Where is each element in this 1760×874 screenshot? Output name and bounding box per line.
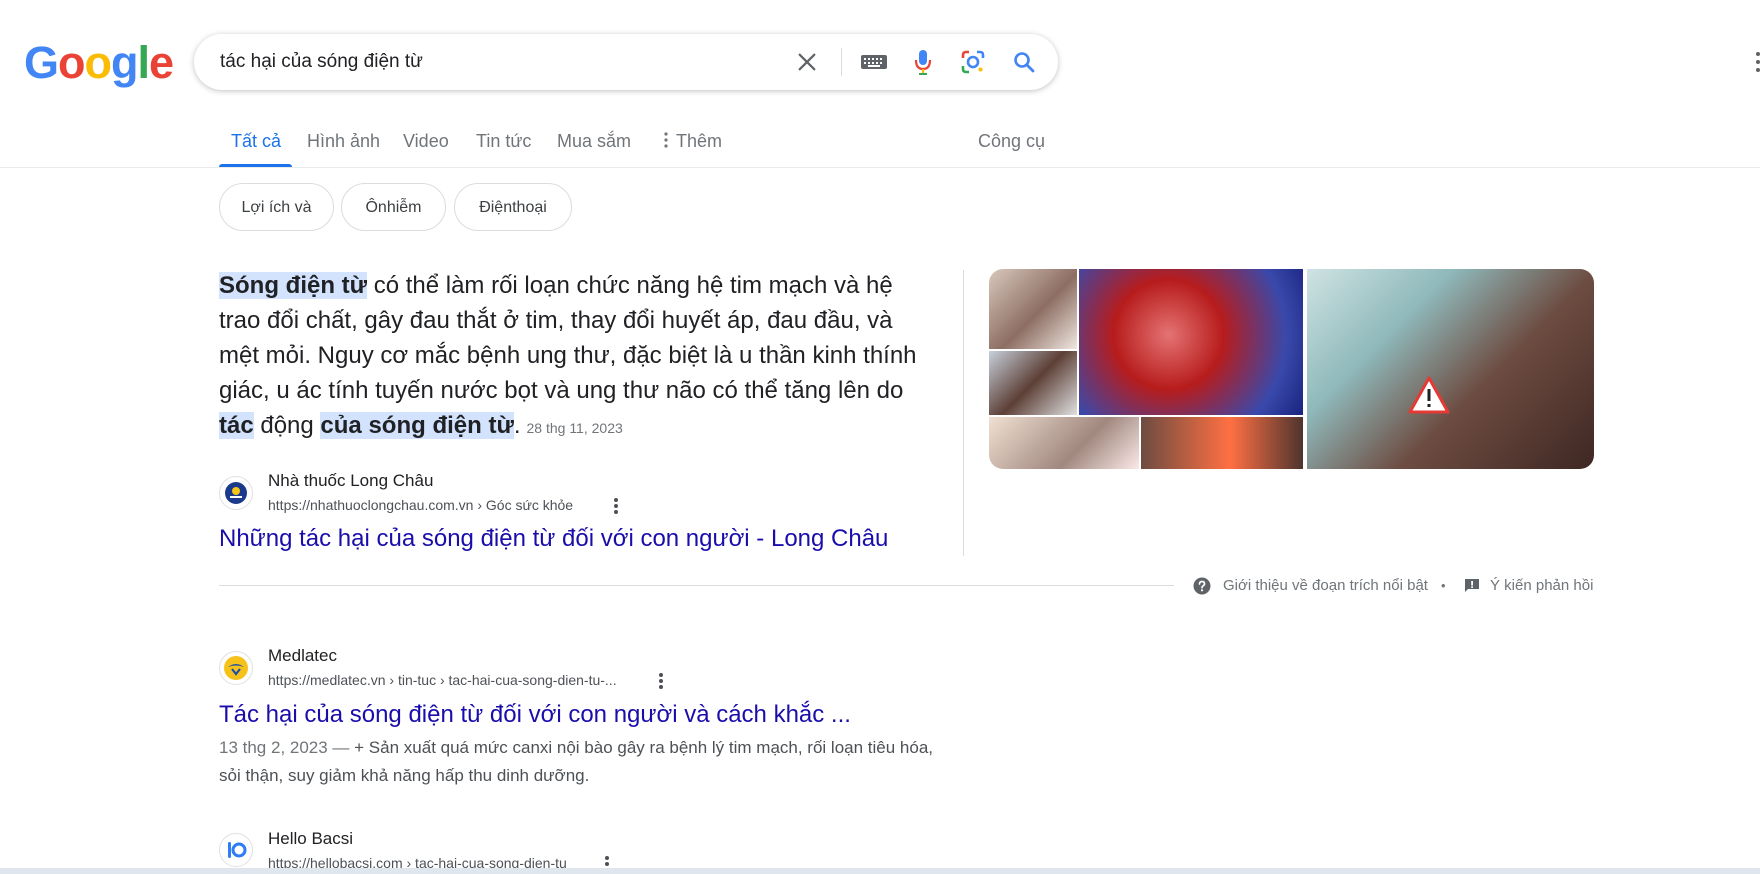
feedback-icon[interactable] xyxy=(1464,578,1480,594)
chip-benefits[interactable]: Lợi ích và xyxy=(219,183,334,231)
apps-icon[interactable] xyxy=(1756,50,1760,74)
keyboard-icon[interactable] xyxy=(858,34,890,90)
search-box[interactable]: tác hại của sóng điện từ xyxy=(194,34,1058,90)
snippet-date: 28 thg 11, 2023 xyxy=(526,420,623,436)
logo-letter: l xyxy=(137,37,150,88)
more-options-icon[interactable] xyxy=(614,497,618,515)
snippet-image-collage[interactable] xyxy=(989,269,1594,469)
site-url[interactable]: https://nhathuoclongchau.com.vn › Góc sứ… xyxy=(268,495,573,515)
logo-letter: e xyxy=(149,37,174,88)
result-date: 13 thg 2, 2023 — xyxy=(219,738,350,757)
tab-more[interactable]: Thêm xyxy=(664,130,722,152)
feedback-link[interactable]: Ý kiến phản hồi xyxy=(1490,576,1593,596)
logo-letter: g xyxy=(111,37,138,88)
tab-images[interactable]: Hình ảnh xyxy=(307,130,380,152)
favicon-medlatec[interactable] xyxy=(219,651,253,685)
favicon-hellobacsi[interactable] xyxy=(219,833,253,867)
tab-news[interactable]: Tin tức xyxy=(476,130,531,152)
snippet-body: . xyxy=(513,412,521,439)
image-child-smartphone[interactable] xyxy=(1307,269,1594,469)
tab-shopping[interactable]: Mua sắm xyxy=(557,130,631,152)
highlight-term: tác xyxy=(219,412,254,439)
clear-icon[interactable] xyxy=(792,34,822,90)
logo-letter: o xyxy=(58,37,85,88)
tools-button[interactable]: Công cụ xyxy=(978,130,1045,152)
window-bottom-edge xyxy=(0,868,1760,874)
favicon-longchau[interactable] xyxy=(219,476,253,510)
logo-letter: G xyxy=(24,37,59,88)
image-child-sleeping-waves[interactable] xyxy=(1079,269,1303,415)
result-title-link[interactable]: Những tác hại của sóng điện từ đối với c… xyxy=(219,524,888,554)
search-input[interactable]: tác hại của sóng điện từ xyxy=(220,34,423,90)
image-pregnant-phone[interactable] xyxy=(989,351,1077,415)
lens-icon[interactable] xyxy=(956,34,990,90)
google-logo[interactable]: Google xyxy=(24,37,174,88)
snippet-footer-divider xyxy=(219,585,1174,586)
tab-all[interactable]: Tất cả xyxy=(231,130,281,152)
help-icon[interactable] xyxy=(1193,577,1211,595)
image-headache[interactable] xyxy=(989,417,1139,469)
about-featured-snippet-link[interactable]: Giới thiệu về đoạn trích nổi bật xyxy=(1223,576,1428,596)
more-vert-icon xyxy=(664,132,668,148)
microphone-icon[interactable] xyxy=(908,34,938,90)
highlight-term: của sóng điện từ xyxy=(320,412,514,439)
result-title-link[interactable]: Tác hại của sóng điện từ đối với con ngư… xyxy=(219,700,851,730)
chip-pollution[interactable]: Ônhiễm xyxy=(341,183,446,231)
featured-snippet-text: Sóng điện từ có thể làm rối loạn chức nă… xyxy=(219,268,939,446)
tab-more-label: Thêm xyxy=(676,131,723,151)
site-name[interactable]: Hello Bacsi xyxy=(268,828,353,850)
tabs-divider xyxy=(0,167,1760,168)
search-icon[interactable] xyxy=(1007,34,1041,90)
tab-video[interactable]: Video xyxy=(403,130,449,152)
more-options-icon[interactable] xyxy=(659,672,663,690)
result-description: 13 thg 2, 2023 — + Sản xuất quá mức canx… xyxy=(219,734,959,790)
chip-phone[interactable]: Điệnthoại xyxy=(454,183,572,231)
highlight-term: Sóng điện từ xyxy=(219,272,368,299)
image-woman-phone[interactable] xyxy=(989,269,1077,349)
logo-letter: o xyxy=(84,37,112,88)
site-url[interactable]: https://medlatec.vn › tin-tuc › tac-hai-… xyxy=(268,670,617,690)
search-divider xyxy=(841,48,842,76)
site-name[interactable]: Nhà thuốc Long Châu xyxy=(268,470,433,492)
snippet-body: động xyxy=(253,412,321,439)
image-hand-radiation[interactable] xyxy=(1141,417,1303,469)
footer-separator: • xyxy=(1441,578,1446,593)
site-name[interactable]: Medlatec xyxy=(268,645,337,667)
snippet-divider xyxy=(963,270,964,556)
warning-icon xyxy=(1408,376,1450,414)
